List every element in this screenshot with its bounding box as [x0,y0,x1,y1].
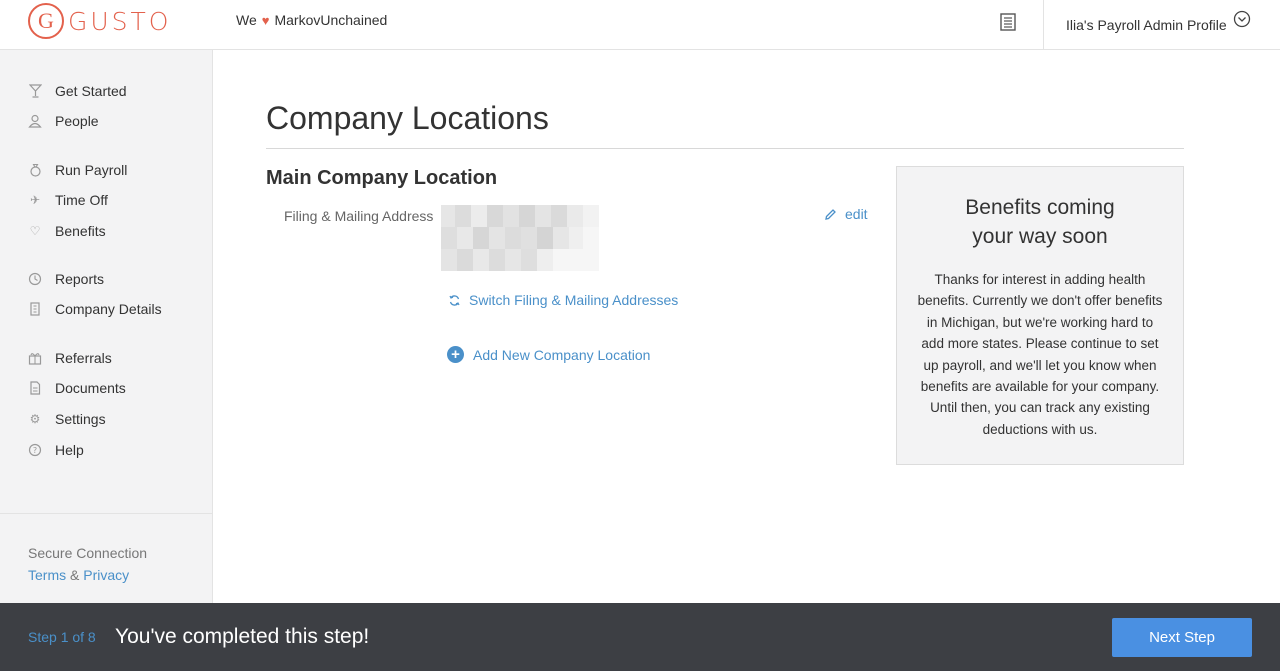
benefits-title: Benefits coming your way soon [917,193,1163,251]
legal-links: Terms & Privacy [28,567,184,583]
sidebar-item-referrals[interactable]: Referrals [28,348,112,368]
sidebar-item-get-started[interactable]: Get Started [28,81,127,101]
sidebar-item-help[interactable]: ? Help [28,440,84,460]
sidebar-item-label: Referrals [55,350,112,366]
switch-addresses-link[interactable]: Switch Filing & Mailing Addresses [448,292,678,308]
sidebar-item-label: Documents [55,380,126,396]
logo-mark: G [28,3,64,39]
sidebar-item-label: Run Payroll [55,162,128,178]
switch-label: Switch Filing & Mailing Addresses [469,292,679,308]
sidebar-item-company-details[interactable]: Company Details [28,299,162,319]
sidebar-item-settings[interactable]: ⚙ Settings [28,409,106,429]
company-tagline: We ♥ MarkovUnchained [236,12,387,28]
airplane-icon: ✈ [29,193,41,207]
logo-wordmark: GUSTO [68,6,172,36]
sidebar-item-label: Settings [55,411,106,427]
clock-icon [28,272,42,286]
step-counter: Step 1 of 8 [28,629,96,645]
question-icon: ? [28,443,42,457]
sidebar-item-label: Reports [55,271,105,287]
benefits-title-line1: Benefits coming [965,196,1115,219]
sidebar: Get Started People Run Payroll ✈ Time Of… [0,50,213,603]
next-step-button[interactable]: Next Step [1112,618,1252,657]
tagline-company: MarkovUnchained [274,12,388,28]
add-label: Add New Company Location [473,346,651,363]
top-header: G GUSTO We ♥ MarkovUnchained Ilia's Payr… [0,0,1280,50]
sidebar-item-benefits[interactable]: ♡ Benefits [28,221,106,241]
sidebar-item-people[interactable]: People [28,111,99,131]
gear-icon: ⚙ [29,412,41,426]
redacted-address [441,205,599,271]
step-footer-bar: Step 1 of 8 You've completed this step! … [0,603,1280,671]
sidebar-item-label: Help [55,442,84,458]
address-label: Filing & Mailing Address [284,208,434,224]
svg-text:?: ? [33,446,37,455]
privacy-link[interactable]: Privacy [83,567,129,583]
gusto-logo[interactable]: G GUSTO [28,3,172,39]
tagline-prefix: We [236,12,257,28]
cocktail-icon [28,84,42,98]
add-location-link[interactable]: + Add New Company Location [447,346,650,363]
page-title: Company Locations [266,100,549,136]
document-icon [28,381,42,395]
sidebar-item-documents[interactable]: Documents [28,378,126,398]
sidebar-item-label: Benefits [55,223,106,239]
section-title: Main Company Location [266,167,498,189]
ampersand: & [70,567,80,583]
edit-address-link[interactable]: edit [824,206,868,222]
sidebar-item-reports[interactable]: Reports [28,269,104,289]
completion-message: You've completed this step! [115,625,370,648]
sidebar-item-label: People [55,113,99,129]
edit-label: edit [845,206,868,222]
profile-menu[interactable]: Ilia's Payroll Admin Profile [1043,0,1280,50]
profile-label: Ilia's Payroll Admin Profile [1066,17,1227,33]
benefits-body: Thanks for interest in adding health ben… [917,272,1163,437]
sidebar-item-run-payroll[interactable]: Run Payroll [28,160,127,180]
sidebar-footer: Secure Connection Terms & Privacy [0,513,212,583]
secure-connection-label: Secure Connection [28,545,148,561]
benefits-notice-card: Benefits coming your way soon Thanks for… [896,166,1184,465]
sidebar-item-label: Time Off [55,192,108,208]
newspaper-icon[interactable] [998,12,1018,32]
sidebar-item-time-off[interactable]: ✈ Time Off [28,190,108,210]
terms-link[interactable]: Terms [28,567,66,583]
pencil-icon [825,208,836,220]
money-bag-icon [28,163,42,177]
refresh-icon [449,294,460,306]
sidebar-item-label: Company Details [55,301,162,317]
heart-icon: ♡ [29,224,41,238]
chevron-down-icon[interactable] [1233,10,1251,28]
gift-icon [28,351,42,365]
plus-circle-icon: + [447,346,464,363]
heart-icon: ♥ [261,12,270,28]
benefits-title-line2: your way soon [972,225,1108,248]
title-divider [266,148,1184,149]
building-icon [28,302,42,316]
sidebar-item-label: Get Started [55,83,127,99]
person-icon [28,114,42,128]
